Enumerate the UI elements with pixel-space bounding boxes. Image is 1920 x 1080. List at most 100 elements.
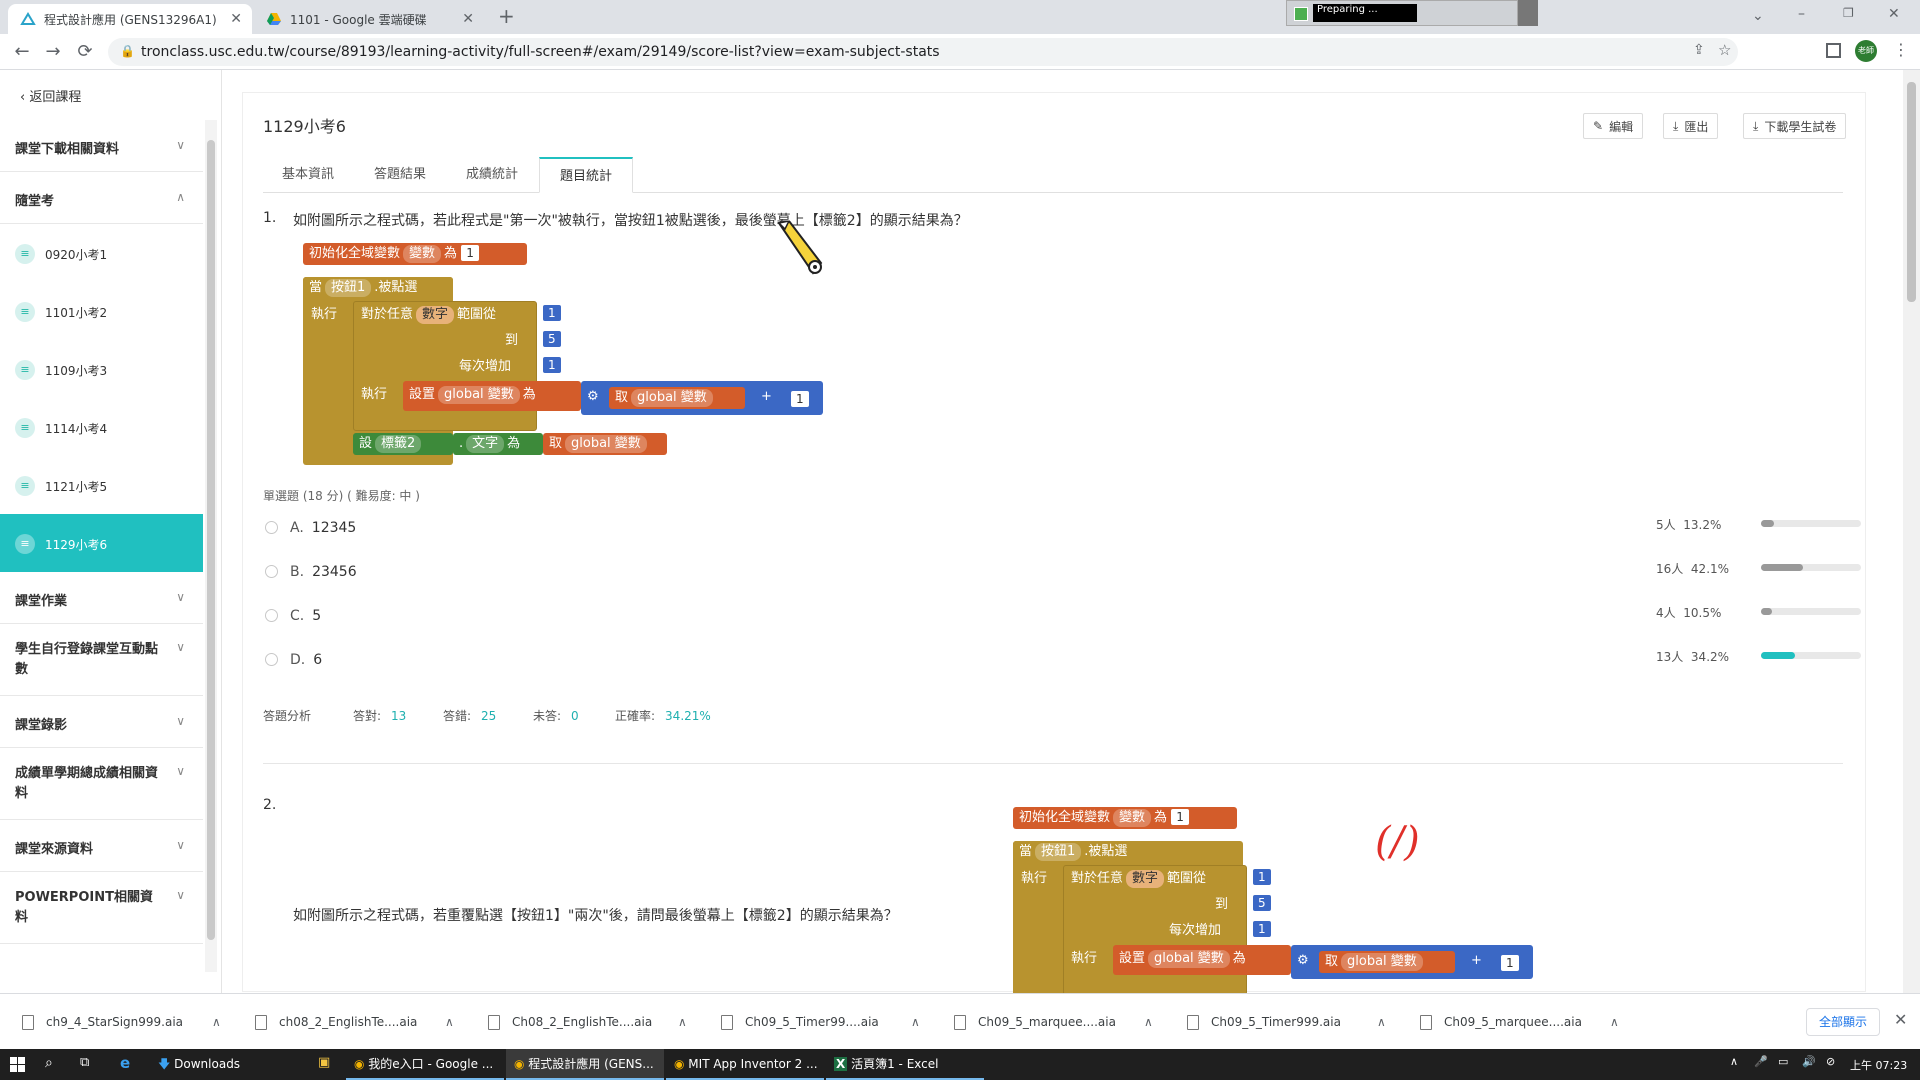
- reload-icon[interactable]: ⟳: [73, 40, 97, 64]
- option-b[interactable]: B. 23456: [265, 564, 357, 580]
- microphone-icon[interactable]: 🎤: [1754, 1055, 1768, 1068]
- taskbar-item-chrome-2[interactable]: ◉ 程式設計應用 (GENS...: [506, 1049, 664, 1080]
- download-item[interactable]: Ch09_5_Timer999.aia ∧: [1187, 1012, 1386, 1032]
- gear-icon: ⚙: [587, 389, 599, 404]
- close-downloads-icon[interactable]: ✕: [1894, 1010, 1907, 1029]
- tab-grade-stats[interactable]: 成績統計: [447, 157, 537, 193]
- clock[interactable]: 上午 07:23: [1850, 1057, 1907, 1073]
- star-icon[interactable]: ☆: [1718, 41, 1731, 59]
- window-close-icon[interactable]: ✕: [1888, 6, 1900, 22]
- chevron-down-icon: ∨: [176, 138, 185, 152]
- page-scroll-thumb[interactable]: [1907, 82, 1916, 302]
- chrome-icon: ◉: [674, 1057, 689, 1071]
- sidebar-item-quiz3[interactable]: ≡ 1109小考3: [0, 340, 203, 398]
- taskbar-item-chrome-1[interactable]: ◉ 我的e入口 - Google ...: [346, 1049, 504, 1080]
- show-all-button[interactable]: 全部顯示: [1806, 1008, 1881, 1036]
- browser-tab-drive[interactable]: 1101 - Google 雲端硬碟 ✕: [254, 4, 484, 34]
- download-item[interactable]: Ch08_2_EnglishTe....aia ∧: [488, 1012, 687, 1032]
- url-box[interactable]: 🔒 tronclass.usc.edu.tw/course/89193/lear…: [108, 38, 1738, 66]
- sidebar-item-quiz1[interactable]: ≡ 0920小考1: [0, 224, 203, 282]
- tab-question-stats[interactable]: 題目統計: [539, 157, 633, 193]
- option-c[interactable]: C. 5: [265, 608, 321, 624]
- close-icon[interactable]: ✕: [462, 11, 474, 27]
- for-range-header: 對於任意 數字 範圍從: [361, 306, 497, 324]
- quiz-icon: ≡: [15, 244, 35, 264]
- sidebar-section-quiz[interactable]: 隨堂考 ∧: [0, 172, 203, 224]
- sidebar-item-quiz5[interactable]: ≡ 1121小考5: [0, 456, 203, 514]
- taskbar-item-excel[interactable]: X 活頁簿1 - Excel: [826, 1049, 984, 1080]
- share-icon[interactable]: ⇪: [1693, 42, 1705, 58]
- sidebar-section-interaction[interactable]: 學生自行登錄課堂互動點數 ∨: [0, 624, 203, 696]
- sidebar-section-download[interactable]: 課堂下載相關資料 ∨: [0, 120, 203, 172]
- chevron-up-icon[interactable]: ∧: [911, 1015, 920, 1029]
- download-item[interactable]: ch9_4_StarSign999.aia ∧: [22, 1012, 221, 1032]
- minimize-icon[interactable]: –: [1798, 6, 1805, 22]
- windows-start-icon[interactable]: [10, 1057, 25, 1072]
- chevron-up-icon[interactable]: ∧: [1144, 1015, 1153, 1029]
- taskbar-item-downloads[interactable]: 🡇 Downloads: [150, 1049, 298, 1080]
- gear-icon: ⚙: [1297, 953, 1309, 968]
- sidebar-item-quiz6[interactable]: ≡ 1129小考6: [0, 514, 203, 572]
- taskbar-item-chrome-3[interactable]: ◉ MIT App Inventor 2 ...: [666, 1049, 824, 1080]
- avatar[interactable]: 老師: [1855, 40, 1877, 62]
- download-item[interactable]: Ch09_5_Timer99....aia ∧: [721, 1012, 920, 1032]
- back-arrow-icon[interactable]: ←: [10, 40, 34, 64]
- chevron-up-icon[interactable]: ∧: [445, 1015, 454, 1029]
- question-text: 如附圖所示之程式碼，若重覆點選【按鈕1】"兩次"後，請問最後螢幕上【標籤2】的顯…: [293, 908, 898, 924]
- download-item[interactable]: Ch09_5_marquee....aia ∧: [954, 1012, 1153, 1032]
- google-drive-icon: [266, 11, 282, 27]
- status-icon[interactable]: ⊘: [1826, 1055, 1835, 1068]
- radio-button[interactable]: [265, 653, 278, 666]
- download-papers-button[interactable]: ⤓ 下載學生試卷: [1743, 113, 1847, 139]
- tab-basic-info[interactable]: 基本資訊: [263, 157, 353, 193]
- close-icon[interactable]: ✕: [230, 11, 242, 27]
- radio-button[interactable]: [265, 609, 278, 622]
- sidebar-section-homework[interactable]: 課堂作業 ∨: [0, 572, 203, 624]
- tray-chevron-up-icon[interactable]: ∧: [1730, 1055, 1738, 1068]
- option-b-bar: [1761, 564, 1861, 571]
- restore-icon[interactable]: ❐: [1843, 6, 1854, 20]
- menu-dots-icon[interactable]: ⋮: [1893, 40, 1909, 59]
- new-tab-button[interactable]: +: [498, 4, 515, 28]
- chevron-up-icon[interactable]: ∧: [1610, 1015, 1619, 1029]
- radio-button[interactable]: [265, 521, 278, 534]
- tab-answer-results[interactable]: 答題結果: [355, 157, 445, 193]
- chevron-up-icon[interactable]: ∧: [678, 1015, 687, 1029]
- download-item[interactable]: ch08_2_EnglishTe....aia ∧: [255, 1012, 454, 1032]
- chevron-down-icon[interactable]: ⌄: [1752, 8, 1764, 24]
- chrome-icon: ◉: [514, 1057, 529, 1071]
- task-view-icon[interactable]: ⧉: [80, 1055, 89, 1070]
- option-a[interactable]: A. 12345: [265, 520, 356, 536]
- radio-button[interactable]: [265, 565, 278, 578]
- chevron-up-icon[interactable]: ∧: [212, 1015, 221, 1029]
- volume-icon[interactable]: 🔊: [1802, 1055, 1816, 1068]
- download-item[interactable]: Ch09_5_marquee....aia ∧: [1420, 1012, 1619, 1032]
- sidebar-section-recording[interactable]: 課堂錄影 ∨: [0, 696, 203, 748]
- preparing-overlay: Preparing ...: [1286, 0, 1518, 26]
- export-button[interactable]: ⤓ 匯出: [1663, 113, 1719, 139]
- sidebar-item-quiz4[interactable]: ≡ 1114小考4: [0, 398, 203, 456]
- option-d[interactable]: D. 6: [265, 652, 322, 668]
- browser-tab-course[interactable]: 程式設計應用 (GENS13296A1) ✕: [8, 4, 252, 34]
- forward-arrow-icon[interactable]: →: [41, 40, 65, 64]
- back-to-course-link[interactable]: ‹ 返回課程: [20, 86, 81, 105]
- network-icon[interactable]: ▭: [1778, 1055, 1788, 1068]
- option-text: 12345: [311, 520, 357, 536]
- taskbar-label: 程式設計應用 (GENS...: [528, 1057, 654, 1071]
- side-panel-icon[interactable]: [1826, 43, 1841, 58]
- sidebar-item-quiz2[interactable]: ≡ 1101小考2: [0, 282, 203, 340]
- search-icon[interactable]: ⌕: [45, 1055, 53, 1071]
- store-icon[interactable]: ▣: [318, 1055, 330, 1070]
- edge-icon[interactable]: e: [120, 1054, 130, 1072]
- page-scrollbar[interactable]: [1903, 70, 1920, 993]
- edit-button[interactable]: ✎ 編輯: [1583, 113, 1644, 139]
- sidebar-section-grades[interactable]: 成績單學期總成績相關資料 ∨: [0, 748, 203, 820]
- sidebar-section-ppt[interactable]: POWERPOINT相關資料 ∨: [0, 872, 203, 944]
- chevron-up-icon[interactable]: ∧: [1377, 1015, 1386, 1029]
- option-a-stat: 5人 13.2%: [1656, 518, 1722, 532]
- analysis-label: 答題分析: [263, 709, 312, 723]
- sidebar-scroll-thumb[interactable]: [207, 140, 215, 940]
- sidebar-section-source[interactable]: 課堂來源資料 ∨: [0, 820, 203, 872]
- download-icon: ⤓: [1753, 118, 1759, 133]
- tab-title: 程式設計應用 (GENS13296A1): [44, 12, 217, 27]
